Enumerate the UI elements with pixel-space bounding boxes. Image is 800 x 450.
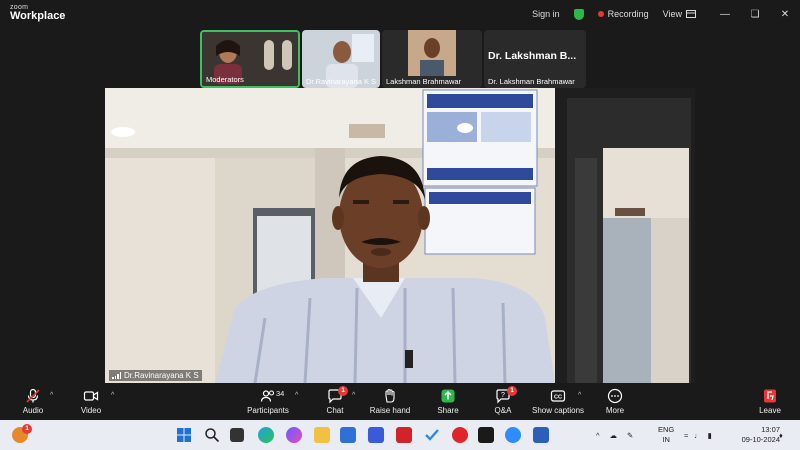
chat-label: Chat xyxy=(326,406,344,415)
zoom-app-icon[interactable] xyxy=(505,427,521,443)
share-label: Share xyxy=(437,406,459,415)
pinterest-icon[interactable] xyxy=(452,427,468,443)
participants-count: 34 xyxy=(276,389,285,398)
task-view-icon[interactable] xyxy=(230,428,244,442)
more-options-icon xyxy=(607,388,623,404)
input-language-indicator[interactable]: ENG IN xyxy=(658,425,674,445)
view-label: View xyxy=(662,9,682,19)
captions-options-chevron-icon[interactable]: ^ xyxy=(578,392,581,399)
tile-big-name: Dr. Lakshman B... xyxy=(488,50,577,62)
pen-icon[interactable]: ✎ xyxy=(627,431,633,440)
mcafee-icon[interactable] xyxy=(396,427,412,443)
participant-strip: Moderators Dr.Ravinarayana K S Lakshman … xyxy=(200,30,586,88)
recording-dot-icon xyxy=(597,11,604,17)
cloud-icon[interactable]: ☁ xyxy=(610,431,618,440)
share-screen-icon xyxy=(441,389,455,403)
qa-label: Q&A xyxy=(494,406,512,415)
recording-label: Recording xyxy=(607,9,649,19)
netflix-icon[interactable] xyxy=(478,427,494,443)
svg-text:?: ? xyxy=(501,392,505,399)
tile-label: Moderators xyxy=(206,75,244,84)
notes-app-icon[interactable] xyxy=(368,427,384,443)
view-button[interactable]: View xyxy=(663,9,696,19)
taskbar-clock[interactable]: 13:07 09-10-2024 xyxy=(742,425,780,445)
participant-tile-moderators[interactable]: Moderators xyxy=(200,30,300,88)
zoom-logo: zoom Workplace xyxy=(10,4,65,22)
speaker-name-label: Dr.Ravinarayana K S xyxy=(109,370,202,381)
windows-start-icon[interactable] xyxy=(176,427,192,443)
microphone-muted-icon xyxy=(26,388,40,403)
grid-view-icon xyxy=(686,10,696,18)
show-captions-label: Show captions xyxy=(531,406,585,415)
audio-options-chevron-icon[interactable]: ^ xyxy=(50,392,53,399)
chat-button[interactable]: Chat 1 xyxy=(320,386,350,415)
tile-label: Dr.Ravinarayana K S xyxy=(306,77,377,86)
language-code: ENG xyxy=(658,425,675,434)
participants-button[interactable]: Participants xyxy=(240,388,296,415)
notification-bell-icon[interactable]: ♦ xyxy=(779,420,783,450)
leave-button[interactable]: Leave xyxy=(756,388,784,415)
speaker-name: Dr.Ravinarayana K S xyxy=(124,371,199,380)
clock-date: 09-10-2024 xyxy=(741,435,780,444)
leave-meeting-icon xyxy=(764,389,776,403)
sign-in-button[interactable]: Sign in xyxy=(532,9,560,19)
copilot-icon[interactable] xyxy=(286,427,302,443)
audio-button[interactable]: Audio xyxy=(18,388,48,415)
participants-label: Participants xyxy=(247,406,289,415)
tile-label: Dr. Lakshman Brahmawar xyxy=(488,77,575,86)
quick-settings[interactable]: ≈ ♩ ▮ xyxy=(684,420,712,450)
weather-badge: 1 xyxy=(22,424,32,434)
qa-notification-badge: 1 xyxy=(507,386,517,396)
meeting-toolbar: Audio ^ Video ^ Participants 34 ^ Chat 1… xyxy=(0,384,800,420)
participants-icon xyxy=(260,390,275,402)
more-label: More xyxy=(605,406,625,415)
raise-hand-label: Raise hand xyxy=(369,406,411,415)
svg-text:CC: CC xyxy=(554,395,562,401)
region-code: IN xyxy=(662,435,670,444)
main-speaker-video[interactable]: Dr.Ravinarayana K S xyxy=(105,88,695,383)
closed-captions-icon: CC xyxy=(550,390,566,402)
video-options-chevron-icon[interactable]: ^ xyxy=(111,392,114,399)
tile-label: Lakshman Brahmawar xyxy=(386,77,462,86)
search-icon[interactable] xyxy=(204,427,220,443)
wifi-icon: ≈ xyxy=(684,430,689,440)
word-app-icon[interactable] xyxy=(533,427,549,443)
participant-tile-ravinarayana[interactable]: Dr.Ravinarayana K S xyxy=(302,30,380,88)
todo-check-icon[interactable] xyxy=(424,427,440,443)
signal-strength-icon xyxy=(112,372,121,379)
share-button[interactable]: Share xyxy=(432,388,464,415)
store-icon[interactable] xyxy=(340,427,356,443)
participant-tile-dr-lakshman[interactable]: Dr. Lakshman B... Dr. Lakshman Brahmawar xyxy=(484,30,586,88)
speaker-video-frame xyxy=(105,88,695,383)
tray-overflow-chevron-icon[interactable]: ^ xyxy=(596,431,600,440)
video-label: Video xyxy=(80,406,102,415)
file-explorer-icon[interactable] xyxy=(314,427,330,443)
participants-options-chevron-icon[interactable]: ^ xyxy=(295,392,298,399)
video-camera-icon xyxy=(83,391,99,401)
title-bar: zoom Workplace Sign in Recording View — … xyxy=(0,0,800,28)
windows-taskbar: 1 ^ ☁ ✎ ENG IN ≈ ♩ ▮ 13:07 09-10-2024 ♦ xyxy=(0,420,800,450)
close-window-button[interactable]: ✕ xyxy=(770,9,800,20)
qa-button[interactable]: ? Q&A 1 xyxy=(490,386,517,415)
battery-icon: ▮ xyxy=(707,430,712,440)
leave-label: Leave xyxy=(759,406,781,415)
minimize-button[interactable]: — xyxy=(710,9,740,20)
system-tray: ^ ☁ ✎ xyxy=(596,420,633,450)
chat-options-chevron-icon[interactable]: ^ xyxy=(352,392,355,399)
restore-button[interactable]: ❏ xyxy=(740,9,770,20)
audio-label: Audio xyxy=(22,406,44,415)
participant-tile-lakshman[interactable]: Lakshman Brahmawar xyxy=(382,30,482,88)
raise-hand-button[interactable]: Raise hand xyxy=(368,388,412,415)
recording-indicator[interactable]: Recording xyxy=(597,9,649,19)
edge-browser-icon[interactable] xyxy=(258,427,274,443)
raise-hand-icon xyxy=(385,388,395,403)
volume-icon: ♩ xyxy=(694,430,702,440)
logo-big-text: Workplace xyxy=(10,10,66,22)
security-shield-icon[interactable] xyxy=(573,8,584,20)
video-button[interactable]: Video xyxy=(76,388,106,415)
more-button[interactable]: More xyxy=(600,388,630,415)
chat-notification-badge: 1 xyxy=(338,386,348,396)
clock-time: 13:07 xyxy=(761,425,780,434)
